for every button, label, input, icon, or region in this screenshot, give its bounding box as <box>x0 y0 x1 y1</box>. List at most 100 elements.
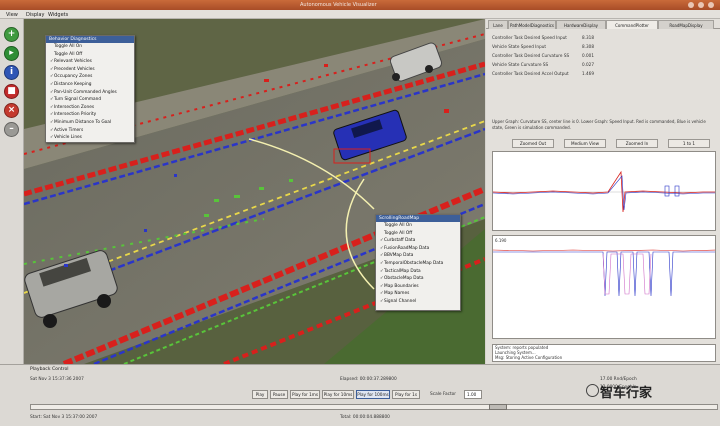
behavior-menu-header: Behavior Diagnostics <box>46 36 134 43</box>
behavior-menu-item[interactable]: ✓Minimum Distance To Goal <box>46 119 134 127</box>
behavior-menu-item[interactable]: ✓Active Timers <box>46 127 134 135</box>
map-menu-item-label: Toggle All On <box>384 223 412 228</box>
command-field-row: Controller Task Desired Accel Output 1.46… <box>492 69 714 78</box>
behavior-menu-item[interactable]: ✓Relevant Vehicles <box>46 58 134 66</box>
behavior-menu-item[interactable]: Toggle All Off <box>46 51 134 59</box>
behavior-menu-item-label: Toggle All On <box>54 44 82 49</box>
speed-graph-label: 6.190 <box>495 238 507 243</box>
map-menu-item[interactable]: ✓ObstacleMap Data <box>376 275 460 283</box>
zoom-button[interactable]: Medium View <box>564 139 606 148</box>
menu-bar: View Display Widgets <box>0 10 720 19</box>
map-menu-item-label: BBVMap Data <box>384 253 414 259</box>
behavior-menu-item[interactable]: Toggle All On <box>46 43 134 51</box>
speed-plot <box>493 249 715 297</box>
red-close-icon[interactable]: × <box>4 103 19 118</box>
scrolling-road-map-menu: ScrollingRoadMap Toggle All On Toggle All… <box>375 214 461 311</box>
behavior-menu-item[interactable]: ✓Intersection Priority <box>46 111 134 119</box>
app-window: Autonomous Vehicle Visualizer View Displ… <box>0 0 720 426</box>
map-menu-item[interactable]: Toggle All Off <box>376 230 460 238</box>
map-menu-item[interactable]: ✓TacticalMap Data <box>376 268 460 276</box>
playback-button[interactable]: Play for 10ms <box>322 390 354 399</box>
command-field-row: Controller Task Desired Speed Input 8.318 <box>492 33 714 42</box>
command-field-label: Controller Task Desired Curvature SS <box>492 53 570 58</box>
menu-view[interactable]: View <box>6 12 18 18</box>
map-menu-item-label: TacticalMap Data <box>384 268 421 274</box>
log-line: Msg: Storing Active Configuration <box>495 355 563 360</box>
map-menu-item-label: Curbstaff Data <box>384 238 416 244</box>
command-field-label: Vehicle State Speed Input <box>492 44 547 49</box>
zoom-button[interactable]: 1 to 1 <box>668 139 710 148</box>
behavior-diagnostics-menu: Behavior Diagnostics Toggle All On Toggle… <box>45 35 135 143</box>
minimize-icon[interactable] <box>688 2 694 8</box>
tab-hardwaredisplay[interactable]: HardwareDisplay <box>556 20 606 29</box>
behavior-menu-item[interactable]: ✓Vehicle Lines <box>46 134 134 142</box>
map-menu-item-label: Signal Channel <box>384 298 417 304</box>
behavior-menu-item-label: Turn Signal Command <box>54 97 102 103</box>
map-menu-item[interactable]: ✓BBVMap Data <box>376 252 460 260</box>
behavior-menu-item-label: Vehicle Lines <box>54 135 82 141</box>
tab-pathmodeldiagnostics[interactable]: PathModelDiagnostics <box>508 20 556 29</box>
maximize-icon[interactable] <box>698 2 704 8</box>
map-menu-item[interactable]: ✓TemporalObstacleMap Data <box>376 260 460 268</box>
command-field-row: Controller Task Desired Curvature SS 0.00… <box>492 51 714 60</box>
zoom-button[interactable]: Zoomed In <box>616 139 658 148</box>
map-menu-item-label: TemporalObstacleMap Data <box>384 260 444 266</box>
playback-button[interactable]: Pause <box>270 390 288 399</box>
green-plus-icon[interactable]: + <box>4 27 19 42</box>
menu-display[interactable]: Display <box>26 12 44 18</box>
3d-road-viewport[interactable]: Behavior Diagnostics Toggle All On Toggle… <box>24 19 485 364</box>
map-menu-item[interactable]: ✓Signal Channel <box>376 298 460 306</box>
map-menu-item-label: Map Names <box>384 291 410 297</box>
watermark-icon <box>586 384 599 397</box>
playback-button[interactable]: Play <box>252 390 268 399</box>
green-arrow-icon[interactable]: ▸ <box>4 46 19 61</box>
right-panel: Lane PathModelDiagnostics HardwareDisplay C… <box>486 19 720 364</box>
curvature-graph[interactable] <box>492 151 716 231</box>
simulated-speed-line <box>602 253 652 295</box>
message-log[interactable]: System: reports populated Launching Syste… <box>492 344 716 362</box>
behavior-menu-item[interactable]: ✓Turn Signal Command <box>46 96 134 104</box>
playback-button[interactable]: Play for 1ms <box>290 390 320 399</box>
behavior-menu-item-label: Relevant Vehicles <box>54 59 92 65</box>
behavior-menu-item-label: Precedent Vehicles <box>54 66 95 72</box>
map-menu-item[interactable]: ✓Map Boundaries <box>376 283 460 291</box>
menu-widgets[interactable]: Widgets <box>48 12 68 18</box>
tab-commandplotter[interactable]: CommandPlotter <box>606 20 658 29</box>
command-field-label: Vehicle State Curvature SS <box>492 62 549 67</box>
playback-slider[interactable] <box>30 404 718 410</box>
behavior-menu-item-label: Toggle All Off <box>54 51 83 57</box>
map-menu-item[interactable]: ✓Map Names <box>376 290 460 298</box>
command-field-row: Vehicle State Curvature SS 0.027 <box>492 60 714 69</box>
speed-graph[interactable]: 6.190 <box>492 235 716 339</box>
command-field-value: 8.308 <box>582 44 594 49</box>
command-field-label: Controller Task Desired Accel Output <box>492 71 569 76</box>
behavior-menu-item[interactable]: ✓Intersection Zones <box>46 104 134 112</box>
map-menu-item[interactable]: ✓Curbstaff Data <box>376 237 460 245</box>
tab-lane[interactable]: Lane <box>488 20 508 29</box>
red-stop-icon[interactable]: ■ <box>4 84 19 99</box>
playback-button[interactable]: Play for 1s <box>392 390 420 399</box>
behavior-menu-item[interactable]: ✓Occupancy Zones <box>46 73 134 81</box>
graph-caption: Upper Graph: Curvature SS, center line i… <box>492 119 706 130</box>
slider-thumb[interactable] <box>489 404 507 410</box>
command-field-value: 8.318 <box>582 35 594 40</box>
command-fields: Controller Task Desired Speed Input 8.318… <box>492 33 714 78</box>
total-time: Total: 00:00:04.888800 <box>340 415 390 420</box>
current-time: Sat Nov 3 15:37:36 2007 <box>30 377 84 382</box>
behavior-menu-item-label: Intersection Priority <box>54 112 97 118</box>
behavior-menu-item[interactable]: ✓Precedent Vehicles <box>46 66 134 74</box>
playback-button[interactable]: Play for 100ms <box>356 390 390 399</box>
behavior-menu-item[interactable]: ✓Pan-Unit Commanded Angles <box>46 89 134 97</box>
map-menu-item-label: Toggle All Off <box>384 230 413 236</box>
command-field-row: Vehicle State Speed Input 8.308 <box>492 42 714 51</box>
behavior-menu-item[interactable]: ✓Distance Keeping <box>46 81 134 89</box>
grey-minus-icon[interactable]: – <box>4 122 19 137</box>
zoom-button[interactable]: Zoomed Out <box>512 139 554 148</box>
watermark-text: 智车行家 <box>600 386 653 401</box>
blue-info-icon[interactable]: i <box>4 65 19 80</box>
tab-roadmapdisplay[interactable]: RoadMapDisplay <box>658 20 714 29</box>
close-icon[interactable] <box>708 2 714 8</box>
scale-factor-input[interactable]: 1.00 <box>464 390 482 399</box>
map-menu-item[interactable]: Toggle All On <box>376 222 460 230</box>
map-menu-item[interactable]: ✓FusionRoadMap Data <box>376 245 460 253</box>
